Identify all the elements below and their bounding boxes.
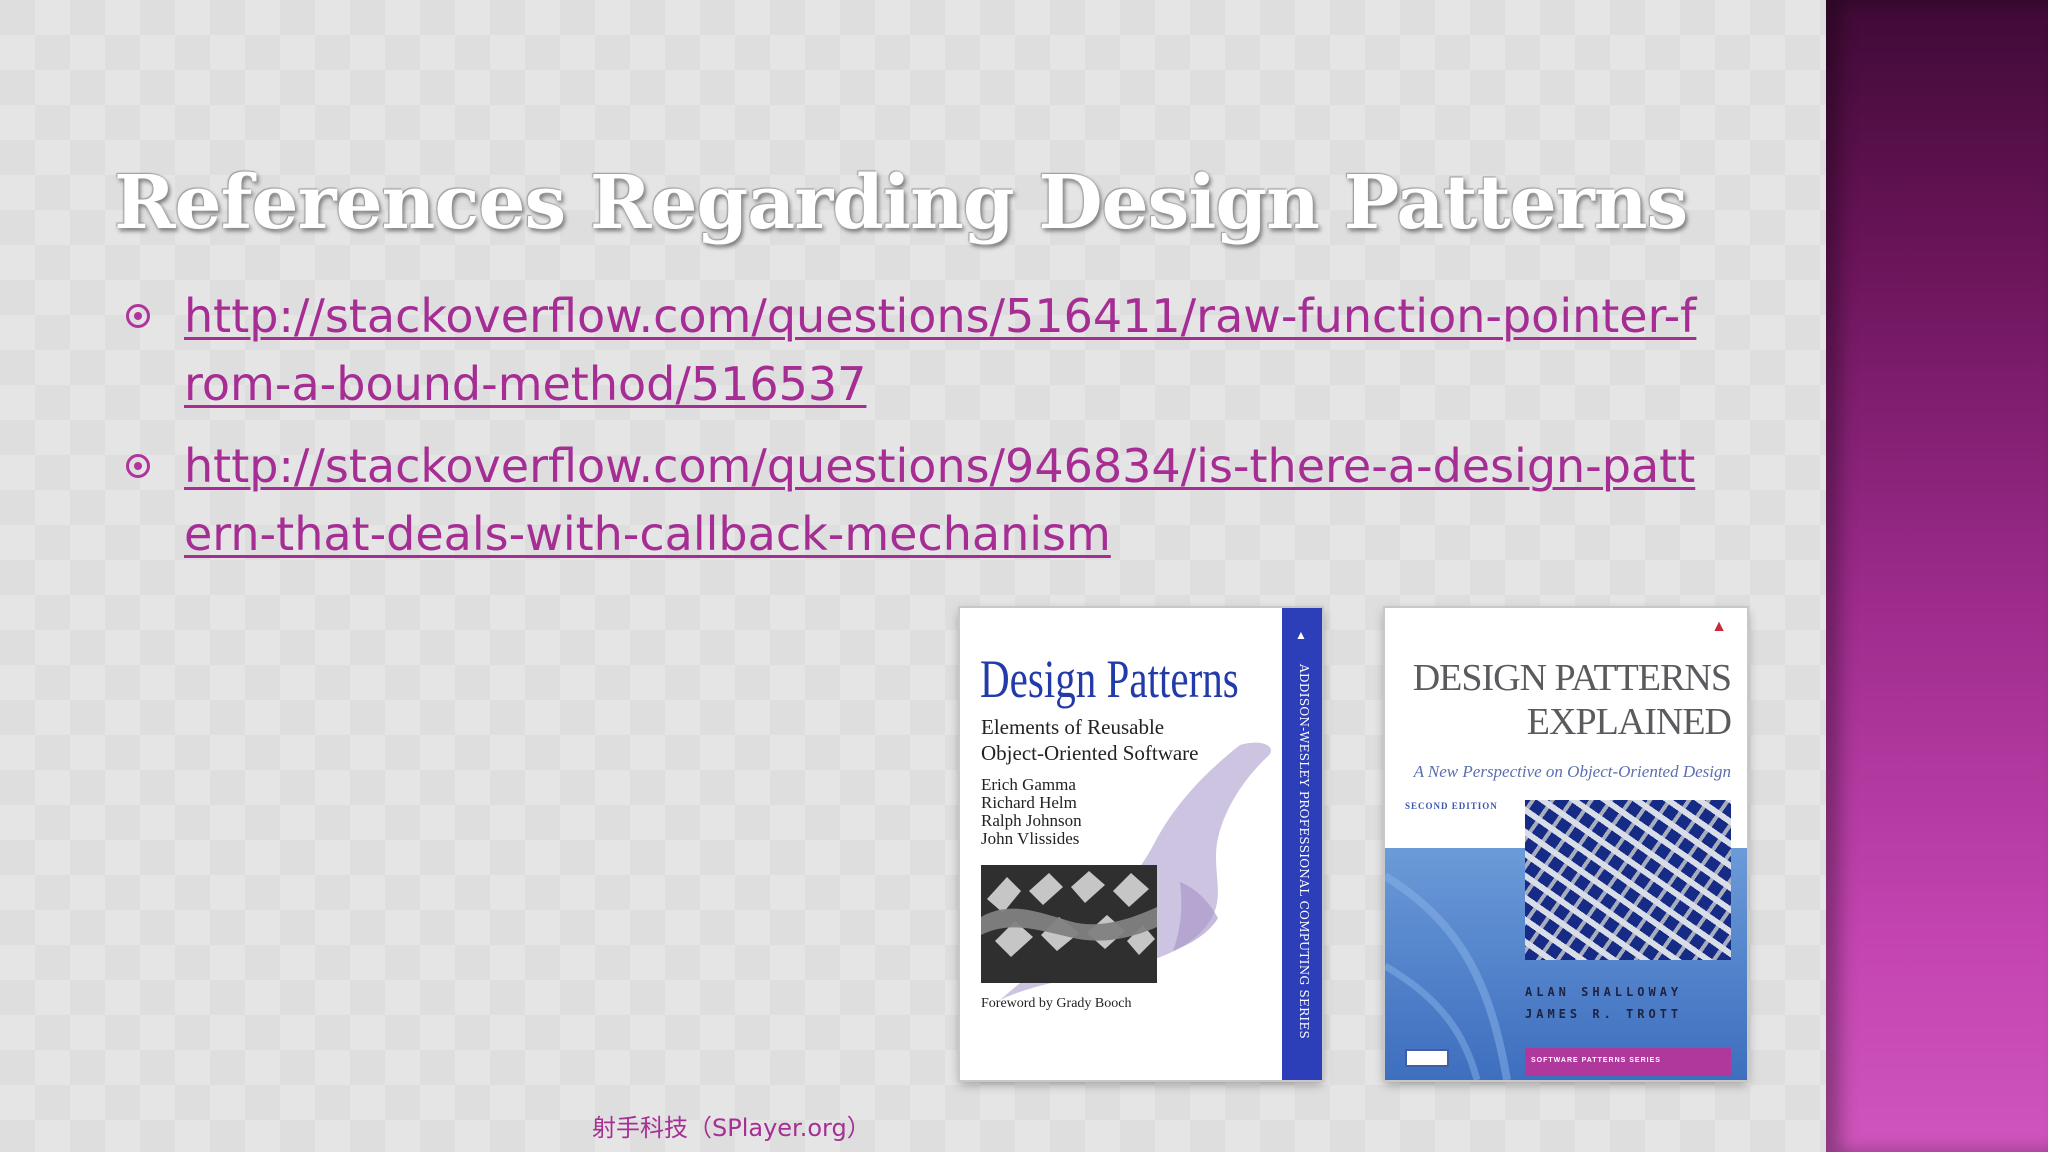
reference-item-1: http://stackoverflow.com/questions/51641…	[118, 282, 1698, 418]
book1-foreword: Foreword by Grady Booch	[981, 996, 1132, 1011]
reference-link-2[interactable]: http://stackoverflow.com/questions/94683…	[184, 432, 1698, 568]
book1-author: John Vlissides	[981, 829, 1080, 848]
book1-author: Richard Helm	[981, 793, 1077, 812]
book2-series-label: SOFTWARE PATTERNS SERIES	[1531, 1057, 1661, 1064]
decorative-side-panel	[1826, 0, 2048, 1152]
bullet-circle-icon	[126, 454, 150, 478]
book1-author: Erich Gamma	[981, 775, 1076, 794]
book1-author: Ralph Johnson	[981, 811, 1082, 830]
slide-canvas: References Regarding Design Patterns htt…	[0, 0, 2048, 1152]
book1-spine: ▲ ADDISON-WESLEY PROFESSIONAL COMPUTING …	[1282, 608, 1322, 1080]
book2-title: DESIGN PATTERNS EXPLAINED	[1405, 656, 1732, 744]
book2-subtitle: A New Perspective on Object-Oriented Des…	[1413, 762, 1731, 781]
book1-artwork	[981, 865, 1157, 983]
watermark-text: 射手科技（SPlayer.org）	[592, 1114, 871, 1142]
book2-author: JAMES R. TROTT	[1525, 1007, 1683, 1021]
publisher-badge-icon	[1405, 1049, 1449, 1067]
book2-authors: ALAN SHALLOWAY JAMES R. TROTT	[1525, 981, 1682, 1025]
book2-author: ALAN SHALLOWAY	[1525, 985, 1683, 999]
publisher-logo-icon: ▲	[1295, 628, 1307, 642]
book2-title-line-1: DESIGN PATTERNS	[1412, 657, 1732, 699]
reference-item-2: http://stackoverflow.com/questions/94683…	[118, 432, 1698, 568]
publisher-logo-icon: ▲	[1711, 618, 1727, 635]
slide-title: References Regarding Design Patterns	[114, 160, 1688, 246]
book-cover-design-patterns-explained: ▲ DESIGN PATTERNS EXPLAINED A New Perspe…	[1385, 608, 1747, 1080]
book1-spine-text: ADDISON-WESLEY PROFESSIONAL COMPUTING SE…	[1297, 664, 1311, 1040]
book2-photo	[1525, 800, 1731, 960]
book1-subtitle-line-2: Object-Oriented Software	[981, 741, 1199, 765]
reference-list: http://stackoverflow.com/questions/51641…	[118, 282, 1698, 582]
book-cover-design-patterns: Design Patterns Elements of Reusable Obj…	[960, 608, 1322, 1080]
book2-title-line-2: EXPLAINED	[1526, 701, 1732, 743]
bullet-circle-icon	[126, 304, 150, 328]
book1-subtitle-line-1: Elements of Reusable	[981, 715, 1165, 739]
book2-edition: SECOND EDITION	[1405, 801, 1498, 811]
book2-series-footer: SOFTWARE PATTERNS SERIES	[1525, 1048, 1731, 1076]
book1-subtitle: Elements of Reusable Object-Oriented Sof…	[981, 714, 1199, 766]
reference-link-1[interactable]: http://stackoverflow.com/questions/51641…	[184, 282, 1698, 418]
book1-title: Design Patterns	[980, 649, 1239, 709]
book1-authors: Erich Gamma Richard Helm Ralph Johnson J…	[981, 776, 1082, 848]
